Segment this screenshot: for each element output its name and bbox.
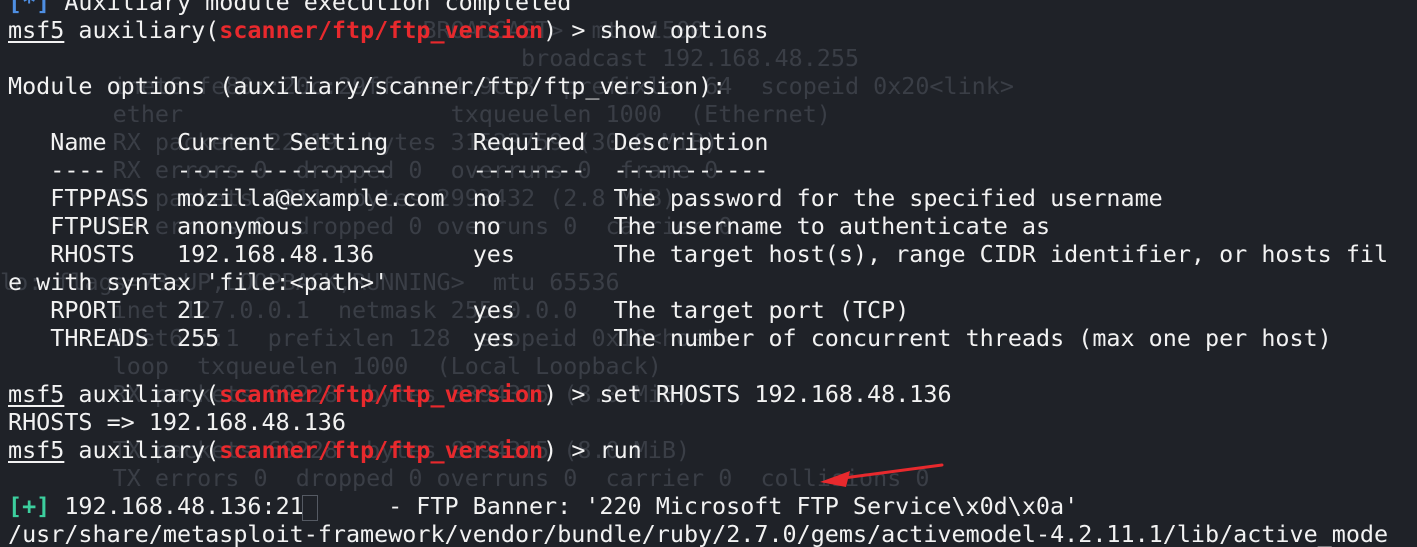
annotation-arrow-icon: [820, 463, 944, 487]
terminal-window[interactable]: BROADCAST> mtu 1500 broadcast 192.168.48…: [0, 0, 1417, 547]
